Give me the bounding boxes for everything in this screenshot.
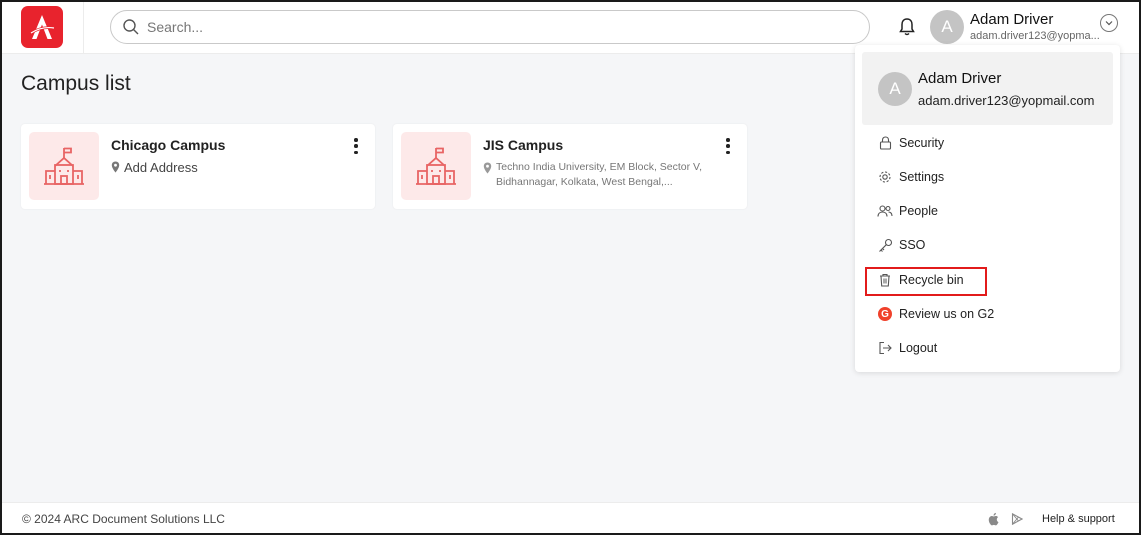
arc-logo[interactable] xyxy=(21,6,63,48)
logout-icon xyxy=(877,340,893,356)
header-user-email[interactable]: adam.driver123@yopma... xyxy=(970,30,1100,42)
logo-mark-icon xyxy=(30,15,55,39)
menu-item-label: SSO xyxy=(899,238,926,252)
menu-item-label: Settings xyxy=(899,170,945,184)
search-icon xyxy=(123,19,139,35)
menu-item-logout[interactable]: Logout xyxy=(877,338,937,358)
campus-address: Add Address xyxy=(124,160,198,175)
user-menu-chevron-icon[interactable] xyxy=(1100,14,1118,32)
menu-item-sso[interactable]: SSO xyxy=(877,235,925,255)
dropdown-user-email: adam.driver123@yopmail.com xyxy=(918,93,1095,108)
header-user-name[interactable]: Adam Driver xyxy=(970,11,1053,28)
logo-cell xyxy=(2,2,84,54)
menu-item-label: People xyxy=(899,204,938,218)
user-avatar[interactable]: A xyxy=(930,10,964,44)
play-store-icon[interactable] xyxy=(1011,513,1023,525)
campus-address: Techno India University, EM Block, Secto… xyxy=(496,161,703,188)
menu-item-label: Logout xyxy=(899,341,938,355)
copyright-text: © 2024 ARC Document Solutions LLC xyxy=(22,512,225,526)
chevron-down-icon xyxy=(1105,21,1113,26)
people-icon xyxy=(877,203,893,219)
menu-item-label: Review us on G2 xyxy=(899,307,995,321)
trash-icon xyxy=(877,272,893,288)
g2-icon: G xyxy=(877,306,893,322)
page-footer: © 2024 ARC Document Solutions LLC Help &… xyxy=(2,502,1139,533)
campus-address-row[interactable]: Add Address xyxy=(111,160,198,175)
campus-card[interactable]: Chicago Campus Add Address xyxy=(21,124,375,209)
page-title: Campus list xyxy=(21,72,131,95)
more-options-icon[interactable] xyxy=(349,137,363,155)
more-options-icon[interactable] xyxy=(721,137,735,155)
campus-address-row[interactable]: Techno India University, EM Block, Secto… xyxy=(483,160,706,190)
school-building-icon xyxy=(44,147,84,185)
location-pin-icon xyxy=(483,162,492,174)
dropdown-user-name: Adam Driver xyxy=(918,70,1002,87)
location-pin-icon xyxy=(111,161,120,173)
menu-item-security[interactable]: Security xyxy=(877,133,944,153)
lock-icon xyxy=(877,135,893,151)
menu-item-label: Security xyxy=(899,136,945,150)
dropdown-avatar: A xyxy=(878,72,912,106)
campus-card[interactable]: JIS Campus Techno India University, EM B… xyxy=(393,124,747,209)
help-support-link[interactable]: Help & support xyxy=(1042,513,1115,525)
key-icon xyxy=(877,237,893,253)
menu-item-review-g2[interactable]: G Review us on G2 xyxy=(877,304,994,324)
campus-thumbnail xyxy=(401,132,471,200)
apple-store-icon[interactable] xyxy=(987,512,999,526)
campus-name[interactable]: Chicago Campus xyxy=(111,137,225,153)
menu-item-settings[interactable]: Settings xyxy=(877,167,944,187)
g2-logo-letter: G xyxy=(878,307,892,321)
dropdown-user-info: A Adam Driver adam.driver123@yopmail.com xyxy=(862,52,1113,125)
gear-icon xyxy=(877,169,893,185)
menu-item-label: Recycle bin xyxy=(899,273,964,287)
user-dropdown-menu: A Adam Driver adam.driver123@yopmail.com… xyxy=(855,45,1120,372)
menu-item-people[interactable]: People xyxy=(877,201,938,221)
campus-thumbnail xyxy=(29,132,99,200)
menu-item-recycle-bin[interactable]: Recycle bin xyxy=(877,270,964,290)
notification-bell-icon[interactable] xyxy=(898,17,916,37)
school-building-icon xyxy=(416,147,456,185)
campus-name[interactable]: JIS Campus xyxy=(483,137,563,153)
search-input[interactable] xyxy=(147,19,827,35)
search-bar[interactable] xyxy=(110,10,870,44)
